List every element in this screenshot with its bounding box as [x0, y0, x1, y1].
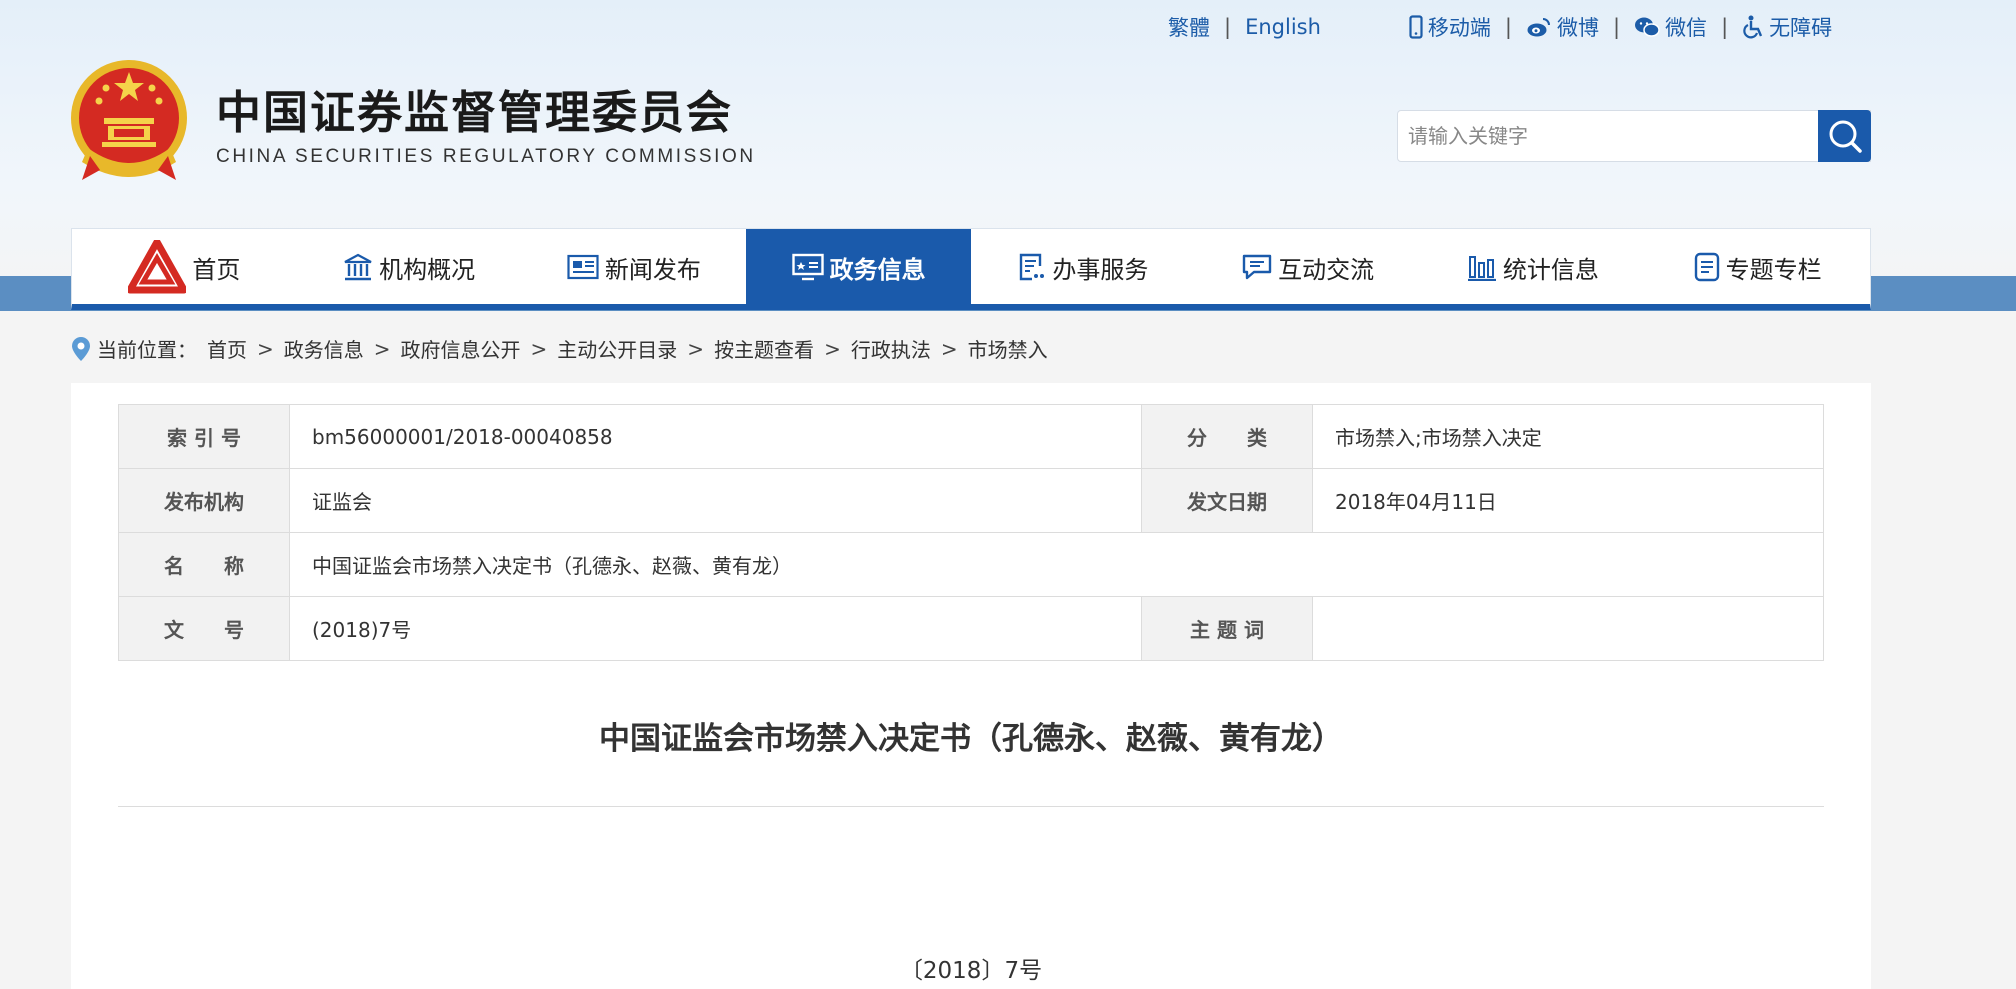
weibo-icon	[1527, 18, 1550, 37]
breadcrumb-separator: >	[530, 336, 548, 361]
doc-name-label: 名 称	[118, 532, 290, 597]
weibo-label: 微博	[1556, 16, 1599, 40]
breadcrumb-separator: >	[824, 336, 841, 361]
doc-number-label: 文 号	[118, 596, 290, 661]
table-row: 索 引 号 bm56000001/2018-00040858 分 类 市场禁入;…	[118, 404, 1824, 469]
divider	[118, 806, 1824, 807]
breadcrumb-item[interactable]: 政务信息	[284, 334, 364, 363]
monitor-star-icon	[791, 253, 824, 281]
nav-statistics[interactable]: 统计信息	[1421, 229, 1646, 305]
index-number-value: bm56000001/2018-00040858	[289, 404, 1142, 469]
csrc-logo-icon	[128, 240, 187, 294]
separator: |	[1612, 15, 1621, 39]
weibo-link[interactable]: 微博	[1526, 12, 1599, 42]
wechat-label: 微信	[1665, 16, 1708, 40]
mobile-phone-icon	[1409, 15, 1423, 39]
bar-chart-icon	[1467, 256, 1496, 281]
publisher-value: 证监会	[289, 468, 1142, 533]
breadcrumb-item[interactable]: 首页	[207, 334, 247, 363]
doc-number-value: (2018)7号	[289, 596, 1142, 661]
doc-name-value: 中国证监会市场禁入决定书（孔德永、赵薇、黄有龙）	[289, 532, 1824, 597]
national-emblem-logo[interactable]	[68, 56, 190, 186]
accessibility-link[interactable]: 无障碍	[1742, 12, 1832, 42]
institution-building-icon	[344, 253, 372, 281]
nav-about-label: 机构概况	[379, 255, 476, 284]
nav-topics[interactable]: 专题专栏	[1645, 229, 1870, 305]
nav-services-label: 办事服务	[1052, 255, 1149, 284]
nav-services[interactable]: 办事服务	[971, 229, 1196, 305]
breadcrumb-item[interactable]: 市场禁入	[968, 334, 1048, 363]
service-list-icon	[1020, 253, 1045, 281]
site-subtitle: CHINA SECURITIES REGULATORY COMMISSION	[216, 146, 756, 167]
wechat-link[interactable]: 微信	[1634, 12, 1707, 42]
nav-interaction-label: 互动交流	[1278, 255, 1375, 284]
traditional-chinese-link[interactable]: 繁體	[1168, 12, 1210, 42]
chat-bubble-icon	[1242, 254, 1272, 280]
breadcrumb-item[interactable]: 主动公开目录	[557, 334, 677, 363]
nav-interaction[interactable]: 互动交流	[1196, 229, 1421, 305]
accessibility-icon	[1743, 15, 1763, 39]
index-number-label: 索 引 号	[118, 404, 290, 469]
nav-statistics-label: 统计信息	[1502, 255, 1599, 284]
breadcrumb-item[interactable]: 行政执法	[851, 334, 931, 363]
table-row: 名 称 中国证监会市场禁入决定书（孔德永、赵薇、黄有龙）	[118, 532, 1824, 597]
table-row: 文 号 (2018)7号 主 题 词	[118, 596, 1824, 661]
document-title: 中国证监会市场禁入决定书（孔德永、赵薇、黄有龙）	[599, 721, 1343, 757]
mobile-link[interactable]: 移动端	[1409, 12, 1491, 42]
nav-about[interactable]: 机构概况	[297, 229, 522, 305]
separator: |	[1504, 15, 1512, 39]
separator: |	[1224, 15, 1232, 39]
english-link[interactable]: English	[1245, 15, 1321, 39]
top-links: 繁體 | English 移动端 | 微博 | 微信 | 无障碍	[1168, 12, 1832, 42]
document-number: 〔2018〕7号	[899, 958, 1043, 984]
accessibility-label: 无障碍	[1769, 16, 1833, 40]
nav-topics-label: 专题专栏	[1725, 255, 1822, 284]
breadcrumb-separator: >	[687, 336, 705, 361]
issue-date-label: 发文日期	[1141, 468, 1313, 533]
breadcrumb-label: 当前位置：	[97, 338, 197, 362]
breadcrumb-separator: >	[940, 336, 958, 361]
nav-gov-info-label: 政务信息	[829, 255, 926, 284]
separator: |	[1721, 15, 1729, 39]
nav-home-label: 首页	[192, 255, 241, 284]
keywords-label: 主 题 词	[1141, 596, 1313, 661]
category-label: 分 类	[1141, 404, 1313, 469]
breadcrumb-separator: >	[257, 336, 274, 361]
location-pin-icon	[72, 336, 90, 361]
category-value: 市场禁入;市场禁入决定	[1312, 404, 1824, 469]
table-row: 发布机构 证监会 发文日期 2018年04月11日	[118, 468, 1824, 533]
breadcrumb-separator: >	[373, 336, 391, 361]
main-nav: 首页 机构概况 新闻发布 政务信息 办事服务 互动交流 统计信息 专题专栏	[71, 228, 1871, 310]
issue-date-value: 2018年04月11日	[1312, 468, 1824, 533]
site-title: 中国证券监督管理委员会	[216, 86, 734, 139]
search-button[interactable]	[1818, 110, 1871, 162]
breadcrumb: 当前位置： 首页 > 政务信息 > 政府信息公开 > 主动公开目录 > 按主题查…	[71, 334, 1048, 363]
search-icon	[1829, 120, 1862, 153]
nav-home[interactable]: 首页	[72, 229, 297, 305]
mobile-label: 移动端	[1427, 16, 1491, 40]
keywords-value	[1312, 596, 1824, 661]
document-meta-table: 索 引 号 bm56000001/2018-00040858 分 类 市场禁入;…	[118, 404, 1824, 661]
content-panel: 索 引 号 bm56000001/2018-00040858 分 类 市场禁入;…	[71, 383, 1871, 989]
newspaper-icon	[567, 254, 599, 280]
search-input[interactable]	[1398, 111, 1818, 161]
nav-news[interactable]: 新闻发布	[522, 229, 747, 305]
breadcrumb-item[interactable]: 按主题查看	[714, 334, 814, 363]
wechat-icon	[1635, 17, 1660, 37]
nav-news-label: 新闻发布	[604, 255, 701, 284]
breadcrumb-item[interactable]: 政府信息公开	[401, 334, 521, 363]
publisher-label: 发布机构	[118, 468, 290, 533]
document-icon	[1694, 252, 1719, 282]
nav-gov-info[interactable]: 政务信息	[746, 229, 971, 305]
search-box	[1397, 110, 1871, 162]
